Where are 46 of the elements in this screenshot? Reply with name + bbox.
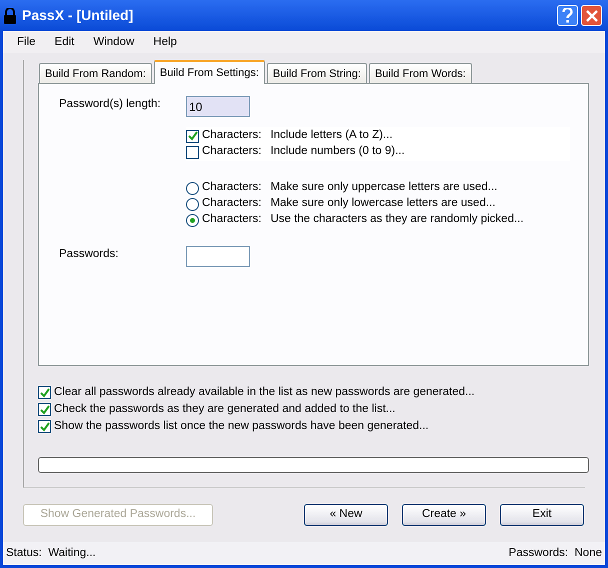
menu-item[interactable]: File <box>9 34 47 50</box>
option-label: Use the characters as they are randomly picked... <box>270 212 524 228</box>
menu-item[interactable]: Edit <box>46 34 86 50</box>
checkbox[interactable] <box>186 146 199 158</box>
radio-button[interactable] <box>186 182 199 194</box>
help-button[interactable] <box>557 5 578 26</box>
button[interactable]: Create » <box>402 504 486 526</box>
passwords-count: None <box>574 546 602 559</box>
option-prefix: Characters: <box>202 212 262 228</box>
menu-item[interactable]: Help <box>145 34 188 50</box>
option-prefix: Characters: <box>202 144 262 160</box>
checkbox[interactable] <box>38 420 51 434</box>
radio-button[interactable] <box>186 198 199 210</box>
tab[interactable]: Build From Random: <box>39 62 152 83</box>
button[interactable]: « New <box>304 504 388 526</box>
option-label: Make sure only lowercase letters are used... <box>270 196 496 212</box>
option-prefix: Characters: <box>202 128 262 144</box>
tab[interactable]: Build From String: <box>266 62 367 83</box>
status-label: Status: <box>6 546 42 559</box>
option-label: Include numbers (0 to 9)... <box>270 144 405 160</box>
option-label: Clear all passwords already available in the list as new passwords are generated... <box>54 385 475 400</box>
close-button[interactable] <box>581 5 602 26</box>
passwords-label: Passwords: <box>59 247 120 262</box>
help-icon <box>562 8 574 23</box>
option-prefix: Characters: <box>202 196 262 212</box>
length-field[interactable]: 10 <box>186 96 250 117</box>
checkbox[interactable] <box>186 130 199 142</box>
button[interactable]: Exit <box>500 504 584 526</box>
option-prefix: Characters: <box>202 180 262 196</box>
window-title: PassX - [Untiled] <box>22 6 134 25</box>
checkbox[interactable] <box>38 403 51 416</box>
radio-button[interactable] <box>186 214 199 226</box>
length-label: Password(s) length: <box>59 97 162 112</box>
status-text: Waiting... <box>48 546 96 559</box>
tab[interactable]: Build From Settings: <box>154 60 265 84</box>
option-label: Show the passwords list once the new passwords have been generated... <box>54 419 429 434</box>
tab[interactable]: Build From Words: <box>368 62 472 83</box>
close-icon <box>586 10 598 22</box>
menu-item[interactable]: Window <box>85 34 146 50</box>
checkbox[interactable] <box>38 386 51 400</box>
option-label: Make sure only uppercase letters are used... <box>270 180 498 196</box>
lock-icon <box>3 8 17 24</box>
passwords-count-label: Passwords: <box>508 546 568 559</box>
option-label: Include letters (A to Z)... <box>270 128 393 144</box>
option-label: Check the passwords as they are generated and added to the list... <box>54 402 396 418</box>
passwords-field[interactable] <box>186 246 250 267</box>
